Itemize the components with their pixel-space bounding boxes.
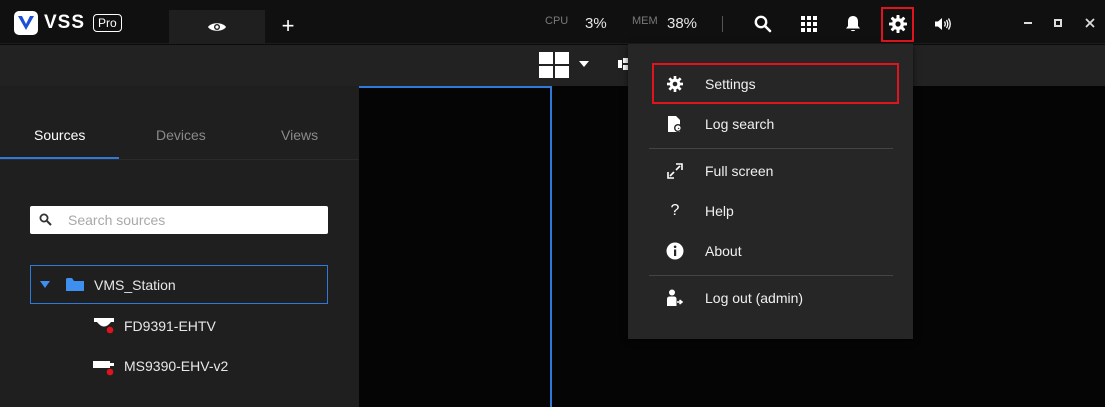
bell-icon [846, 16, 860, 32]
maximize-icon [1054, 19, 1062, 27]
menu-item-label: About [705, 243, 742, 259]
volume-button[interactable] [931, 12, 955, 36]
tree-item-fd9391-ehtv[interactable]: FD9391-EHTV [124, 318, 216, 334]
logo-text: VSS [44, 12, 86, 33]
add-tab-button[interactable]: + [276, 13, 300, 38]
dome-camera-icon [94, 318, 114, 334]
menu-item-label: Full screen [705, 163, 774, 179]
fullscreen-icon [666, 162, 684, 180]
log-search-icon [666, 115, 684, 133]
app-logo: VSS Pro [14, 11, 122, 35]
menu-item-label: Log out (admin) [705, 290, 804, 306]
menu-item-full-screen[interactable]: Full screen [628, 153, 913, 189]
tree-item-label: VMS_Station [94, 277, 176, 293]
eye-icon [208, 23, 226, 31]
notifications-button[interactable] [841, 12, 865, 36]
minimize-icon [1024, 22, 1032, 24]
cpu-value: 3% [585, 15, 607, 32]
gear-icon [666, 75, 684, 93]
menu-item-log-out[interactable]: Log out (admin) [628, 280, 913, 316]
search-icon [754, 15, 772, 33]
menu-item-about[interactable]: About [628, 233, 913, 269]
apps-grid-icon [801, 16, 817, 32]
topbar-divider [722, 16, 723, 32]
expand-caret-icon[interactable] [40, 281, 50, 288]
tab-views[interactable]: Views [281, 127, 318, 143]
logo-mark-icon [14, 11, 38, 35]
selected-view-cell[interactable] [359, 86, 552, 407]
active-tab-indicator [0, 157, 119, 159]
layout-dropdown-caret-icon[interactable] [579, 61, 589, 67]
menu-item-label: Settings [705, 76, 756, 92]
menu-divider [649, 148, 893, 149]
menu-item-log-search[interactable]: Log search [628, 106, 913, 142]
tab-sources[interactable]: Sources [34, 127, 85, 143]
search-sources-input[interactable] [68, 212, 318, 228]
apps-button[interactable] [797, 12, 821, 36]
menu-item-label: Log search [705, 116, 775, 132]
cpu-label: CPU [545, 15, 569, 27]
layout-option-icon[interactable] [618, 58, 628, 70]
logo-badge: Pro [93, 14, 122, 32]
mem-label: MEM [632, 15, 658, 27]
search-button[interactable] [751, 12, 775, 36]
info-icon [666, 242, 684, 260]
tab-live-view[interactable] [169, 10, 265, 44]
search-box[interactable] [30, 206, 328, 234]
logout-icon [666, 289, 684, 307]
sidebar-tabs-divider [0, 159, 359, 160]
maximize-button[interactable] [1049, 14, 1067, 32]
search-icon [39, 213, 52, 226]
minimize-button[interactable] [1019, 14, 1037, 32]
tree-item-vms-station[interactable]: VMS_Station [30, 265, 328, 304]
menu-item-help[interactable]: ? Help [628, 193, 913, 229]
mem-value: 38% [667, 15, 698, 32]
menu-item-label: Help [705, 203, 734, 219]
gear-icon [889, 15, 907, 33]
settings-button[interactable] [886, 12, 910, 36]
bullet-camera-icon [93, 361, 114, 376]
speaker-icon [935, 18, 951, 30]
menu-item-settings[interactable]: Settings [628, 66, 913, 102]
close-icon [1085, 18, 1095, 28]
menu-divider [649, 275, 893, 276]
help-icon: ? [670, 202, 680, 219]
layout-grid-icon[interactable] [539, 52, 569, 78]
tree-item-ms9390-ehv-v2[interactable]: MS9390-EHV-v2 [124, 358, 228, 374]
tab-devices[interactable]: Devices [156, 127, 206, 143]
folder-icon [66, 278, 84, 291]
close-button[interactable] [1081, 14, 1099, 32]
settings-dropdown-menu: Settings Log search Full screen ? Help A… [628, 44, 913, 339]
